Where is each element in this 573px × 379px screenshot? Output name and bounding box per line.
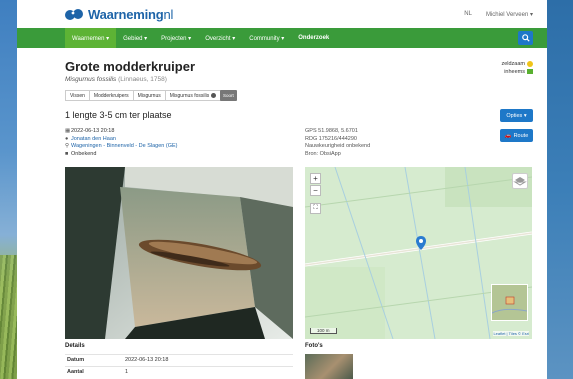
site-logo[interactable]: Waarnemingnl xyxy=(64,7,173,22)
info-icon xyxy=(211,93,217,98)
minimap[interactable] xyxy=(491,284,528,321)
fullscreen-button[interactable]: ⛶ xyxy=(310,203,321,214)
location-pin-icon: ⚲ xyxy=(65,143,70,149)
rarity-label: zeldzaam xyxy=(501,61,525,67)
layers-icon xyxy=(513,177,527,186)
observation-meta: ▦2022-06-13 20:18 ● Jonatan den Haan ⚲ Wag… xyxy=(65,128,178,158)
obs-datetime: 2022-06-13 20:18 xyxy=(71,128,115,134)
rank-badge: Soort xyxy=(220,90,237,101)
location-link[interactable]: Wageningen - Binnenveld - De Slagen (GE) xyxy=(71,143,178,149)
details-row: Aantal 1 xyxy=(65,366,293,377)
nav-overzicht[interactable]: Overzicht ▾ xyxy=(198,28,242,48)
accuracy: Nauwkeurigheid onbekend xyxy=(305,143,371,149)
minimap-tiles xyxy=(491,285,528,320)
rarity-dot-icon xyxy=(527,60,533,67)
fish-photo-image xyxy=(65,167,293,339)
photo-thumbnail[interactable] xyxy=(305,354,353,379)
user-menu[interactable]: Michiel Verveen ▾ xyxy=(486,11,533,18)
details-heading: Details xyxy=(65,343,85,349)
gps-coordinates: GPS 51.9868, 5.6701 xyxy=(305,128,358,134)
nav-onderzoek[interactable]: Onderzoek xyxy=(291,28,336,48)
observation-count: 1 lengte 3-5 cm ter plaatse xyxy=(65,110,172,120)
observation-photo[interactable] xyxy=(65,167,293,339)
nav-waarnemen[interactable]: Waarnemen ▾ xyxy=(65,28,117,48)
user-icon: ● xyxy=(65,135,69,142)
scientific-name: Misgurnus fossilis (Linnaeus, 1758) xyxy=(65,76,167,83)
observer-link[interactable]: Jonatan den Haan xyxy=(71,136,116,142)
birds-logo-icon xyxy=(65,9,83,20)
source: Bron: ObsiApp xyxy=(305,150,341,157)
site-header: Waarnemingnl NL Michiel Verveen ▾ xyxy=(17,0,547,28)
site-name: Waarnemingnl xyxy=(88,6,174,22)
breadcrumb-misgurnus[interactable]: Misgurnus xyxy=(134,91,166,100)
search-button[interactable] xyxy=(518,31,533,45)
photos-heading: Foto's xyxy=(305,343,323,349)
route-button[interactable]: 🚗 Route xyxy=(500,129,533,142)
breadcrumb-modderkruipers[interactable]: Modderkruipers xyxy=(90,91,134,100)
obs-status: Onbekend xyxy=(71,150,97,157)
desktop-background-right xyxy=(543,0,573,379)
native-label: inheems xyxy=(504,69,525,75)
observation-map[interactable]: + − ⛶ 100 m Leaflet | Tiles © Esri xyxy=(305,167,532,339)
zoom-in-button[interactable]: + xyxy=(310,173,321,184)
details-row: Datum 2022-06-13 20:18 xyxy=(65,354,293,365)
language-selector[interactable]: NL xyxy=(464,11,472,18)
zoom-out-button[interactable]: − xyxy=(310,185,321,196)
location-marker-icon[interactable] xyxy=(416,236,426,250)
nav-gebied[interactable]: Gebied ▾ xyxy=(116,28,154,48)
browser-page: Waarnemingnl NL Michiel Verveen ▾ Waarne… xyxy=(17,0,547,379)
species-title: Grote modderkruiper xyxy=(65,59,196,74)
nav-projecten[interactable]: Projecten ▾ xyxy=(154,28,198,48)
search-icon xyxy=(521,34,530,42)
calendar-icon: ▦ xyxy=(65,128,71,134)
breadcrumb-vissen[interactable]: Vissen xyxy=(66,91,90,100)
layers-button[interactable] xyxy=(512,173,528,189)
taxonomy-breadcrumb: Vissen Modderkruipers Misgurnus Misgurnu… xyxy=(65,90,222,101)
main-nav: Waarnemen ▾ Gebied ▾ Projecten ▾ Overzic… xyxy=(17,28,547,48)
species-status: zeldzaam inheems xyxy=(501,60,533,76)
nav-community[interactable]: Community ▾ xyxy=(242,28,291,48)
native-flag-icon xyxy=(527,69,533,75)
options-button[interactable]: Opties ▾ xyxy=(500,109,533,122)
map-scale: 100 m xyxy=(310,328,337,334)
breadcrumb-species[interactable]: Misgurnus fossilis xyxy=(166,91,220,100)
status-icon: ■ xyxy=(65,150,69,157)
location-meta: GPS 51.9868, 5.6701 RDG 175216/444290 Na… xyxy=(305,128,370,158)
car-icon: 🚗 xyxy=(504,132,512,139)
map-attribution[interactable]: Leaflet | Tiles © Esri xyxy=(493,331,529,336)
rd-coordinates: RDG 175216/444290 xyxy=(305,135,357,142)
